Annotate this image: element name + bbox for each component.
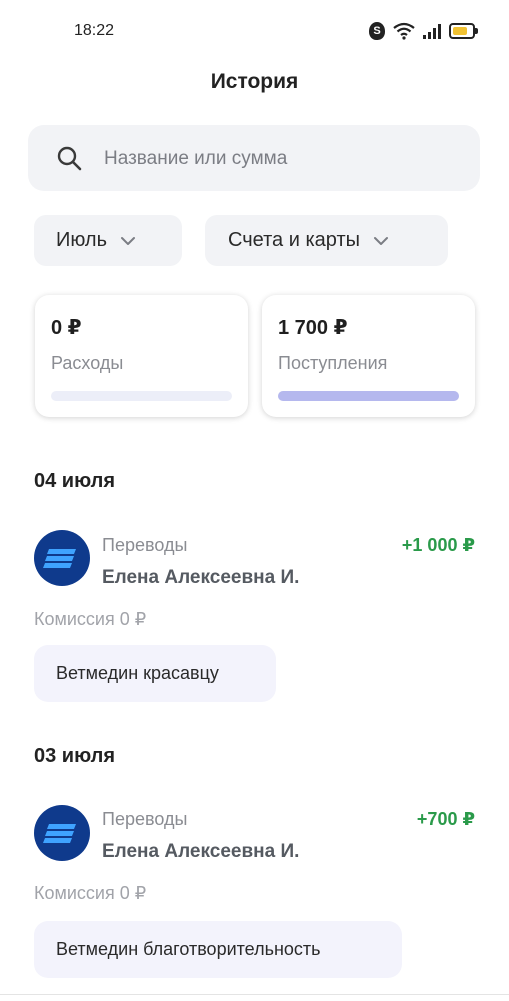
accounts-filter-label: Счета и карты xyxy=(228,229,360,251)
income-progress-fill xyxy=(278,391,459,401)
transaction-fee: Комиссия 0 ₽ xyxy=(34,609,147,629)
chevron-down-icon xyxy=(373,236,388,245)
wifi-icon xyxy=(393,22,415,40)
status-icons: S xyxy=(369,22,478,40)
bank-logo-icon xyxy=(43,549,76,568)
income-label: Поступления xyxy=(278,353,388,373)
transaction-name[interactable]: Елена Алексеевна И. xyxy=(102,567,299,589)
search-input[interactable] xyxy=(102,125,466,193)
search-box[interactable] xyxy=(28,125,480,193)
transaction-comment[interactable]: Ветмедин красавцу xyxy=(34,645,276,702)
expenses-progress-bar xyxy=(51,391,232,401)
date-header: 03 июля xyxy=(34,745,116,767)
page-title: История xyxy=(210,70,299,93)
search-icon xyxy=(57,146,82,171)
accounts-filter-dropdown[interactable]: Счета и карты xyxy=(205,215,448,266)
status-bar: 18:22 S xyxy=(0,0,509,64)
transaction-avatar xyxy=(34,805,90,861)
month-filter-dropdown[interactable]: Июль xyxy=(34,215,182,266)
income-card[interactable]: 1 700 ₽ Поступления xyxy=(262,295,475,417)
signal-icon xyxy=(423,23,441,39)
bank-logo-icon xyxy=(43,824,76,843)
transaction-amount: +700 ₽ xyxy=(416,809,475,829)
income-progress-bar xyxy=(278,391,459,401)
transaction-comment[interactable]: Ветмедин благотворительность xyxy=(34,921,402,978)
transaction-name[interactable]: Елена Алексеевна И. xyxy=(102,841,299,863)
battery-icon xyxy=(449,23,478,39)
transaction-fee: Комиссия 0 ₽ xyxy=(34,883,147,903)
status-time: 18:22 xyxy=(74,22,115,39)
expenses-amount: 0 ₽ xyxy=(51,317,82,339)
transaction-category: Переводы xyxy=(102,809,188,829)
month-filter-label: Июль xyxy=(56,229,108,251)
transaction-amount: +1 000 ₽ xyxy=(401,535,475,555)
expenses-label: Расходы xyxy=(51,353,124,373)
transaction-avatar xyxy=(34,530,90,586)
chevron-down-icon xyxy=(121,236,136,245)
vpn-shield-icon: S xyxy=(369,22,385,40)
transaction-category: Переводы xyxy=(102,535,188,555)
income-amount: 1 700 ₽ xyxy=(278,317,348,339)
expenses-card[interactable]: 0 ₽ Расходы xyxy=(35,295,248,417)
date-header: 04 июля xyxy=(34,470,116,492)
